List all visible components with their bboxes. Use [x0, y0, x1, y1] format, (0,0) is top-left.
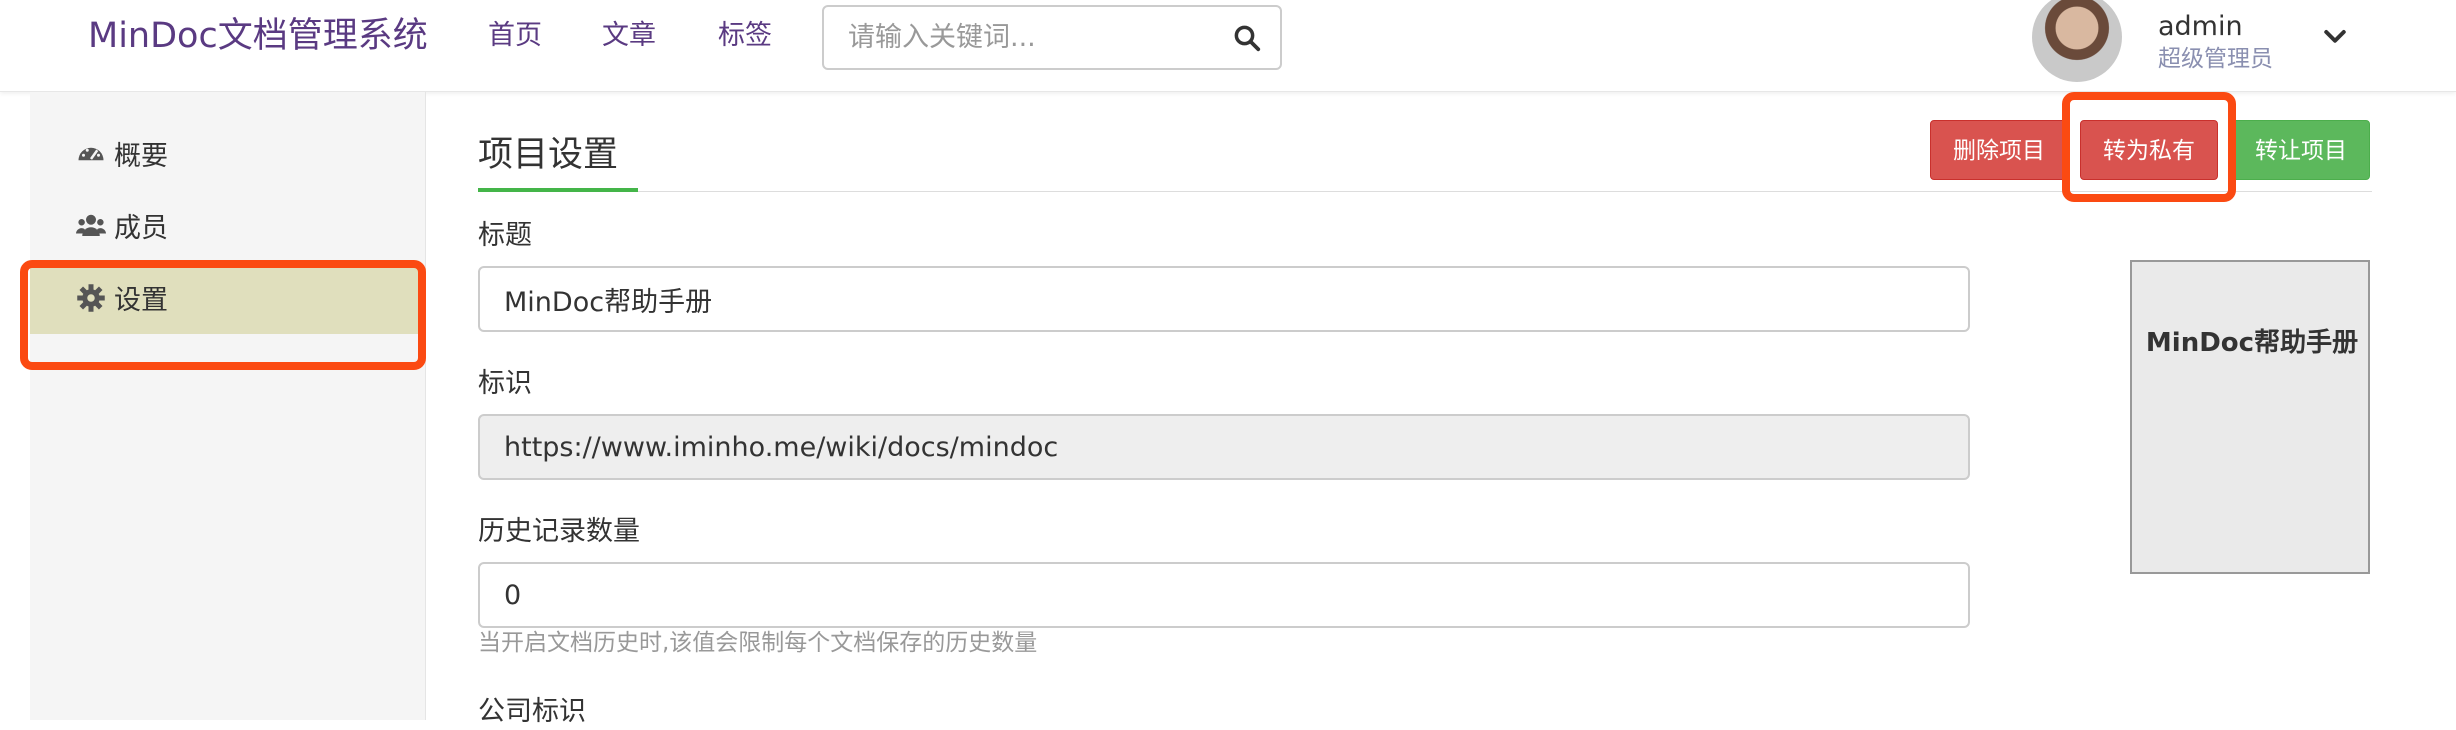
sidebar-item-members[interactable]: 成员: [30, 196, 426, 262]
sidebar-item-label: 设置: [114, 285, 168, 316]
sidebar-item-label: 成员: [114, 213, 168, 244]
history-label: 历史记录数量: [478, 516, 640, 547]
sidebar-item-label: 概要: [114, 141, 168, 172]
ident-input[interactable]: [478, 414, 1970, 480]
delete-project-button[interactable]: 删除项目: [1930, 120, 2068, 180]
company-label: 公司标识: [478, 696, 586, 727]
sidebar: 概要 成员 设置: [30, 92, 426, 720]
nav-home[interactable]: 首页: [488, 18, 542, 54]
cover-title: MinDoc帮助手册: [2145, 328, 2359, 358]
project-cover-image[interactable]: MinDoc帮助手册: [2130, 260, 2370, 574]
search-box: [822, 5, 1282, 70]
dashboard-icon: [78, 147, 104, 161]
nav-articles[interactable]: 文章: [602, 18, 656, 54]
history-count-input[interactable]: [478, 562, 1970, 628]
transfer-project-button[interactable]: 转让项目: [2232, 120, 2370, 180]
chevron-down-icon[interactable]: [2320, 22, 2350, 52]
user-role: 超级管理员: [2158, 46, 2273, 72]
title-underline: [478, 188, 638, 192]
sidebar-item-settings[interactable]: 设置: [30, 268, 426, 334]
make-private-button[interactable]: 转为私有: [2080, 120, 2218, 180]
title-label: 标题: [478, 220, 532, 251]
users-icon: [76, 214, 106, 236]
search-icon[interactable]: [1232, 23, 1262, 53]
history-help-text: 当开启文档历史时,该值会限制每个文档保存的历史数量: [478, 630, 1038, 656]
page-title: 项目设置: [478, 135, 619, 175]
brand-logo[interactable]: MinDoc文档管理系统: [88, 14, 428, 58]
top-navbar: MinDoc文档管理系统 首页 文章 标签 admin 超级管理员: [0, 0, 2456, 92]
avatar[interactable]: [2032, 0, 2122, 82]
title-divider: [478, 191, 2372, 192]
ident-label: 标识: [478, 368, 532, 399]
nav-tags[interactable]: 标签: [718, 18, 772, 54]
search-input[interactable]: [848, 7, 1208, 68]
gear-icon: [77, 284, 105, 312]
title-input[interactable]: [478, 266, 1970, 332]
sidebar-item-overview[interactable]: 概要: [30, 124, 426, 190]
user-name[interactable]: admin: [2158, 10, 2243, 44]
